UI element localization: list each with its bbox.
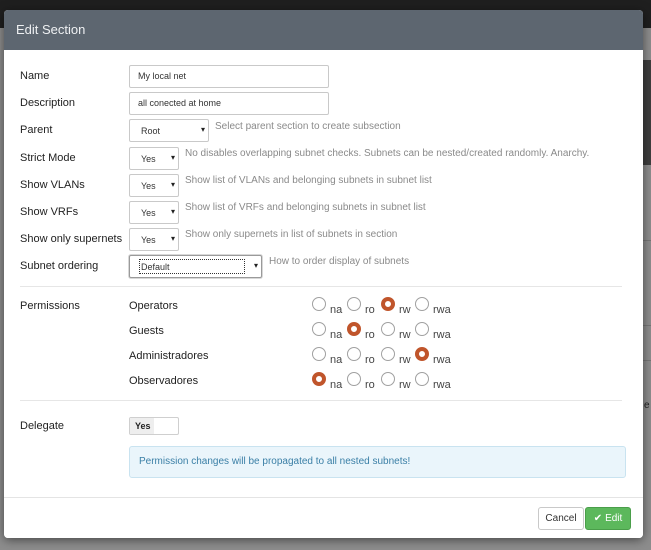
delegate-toggle[interactable]: Yes — [129, 417, 179, 435]
caret-down-icon: ▾ — [170, 153, 175, 162]
caret-down-icon: ▾ — [170, 234, 175, 243]
show-vlans-select[interactable]: Yes ▾ — [129, 174, 179, 197]
permission-radio-na[interactable] — [312, 297, 326, 311]
permission-radio-ro[interactable] — [347, 322, 361, 336]
parent-help: Select parent section to create subsecti… — [215, 121, 401, 132]
background-sidebar-strip — [643, 60, 651, 165]
permission-radio-label: na — [330, 354, 343, 366]
permission-radio-label: ro — [365, 354, 375, 366]
parent-value: Root — [141, 126, 161, 136]
check-icon: ✔ — [593, 513, 603, 524]
permission-radio-rwa[interactable] — [415, 297, 429, 311]
delegate-label: Delegate — [20, 420, 65, 432]
delegate-toggle-value: Yes — [130, 418, 154, 434]
edit-section-modal: Edit Section Name My local net Descripti… — [4, 10, 643, 538]
background-text: e — [644, 400, 650, 411]
permission-radio-rw[interactable] — [381, 372, 395, 386]
permission-radio-na[interactable] — [312, 372, 326, 386]
show-vrfs-select[interactable]: Yes ▾ — [129, 201, 179, 224]
description-input[interactable]: all conected at home — [129, 92, 329, 115]
show-vrfs-label: Show VRFs — [20, 206, 79, 218]
parent-select[interactable]: Root ▾ — [129, 119, 209, 142]
strict-mode-help: No disables overlapping subnet checks. S… — [185, 148, 590, 159]
info-alert: Permission changes will be propagated to… — [129, 446, 626, 478]
divider — [20, 286, 622, 287]
parent-label: Parent — [20, 124, 53, 136]
background-divider — [643, 240, 651, 241]
caret-down-icon: ▾ — [253, 261, 258, 270]
background-divider — [643, 325, 651, 326]
permission-radio-label: na — [330, 329, 343, 341]
permission-group-name: Operators — [129, 300, 178, 312]
permission-radio-label: rwa — [433, 354, 451, 366]
permission-radio-rw[interactable] — [381, 347, 395, 361]
show-vlans-value: Yes — [141, 181, 156, 191]
show-supernets-value: Yes — [141, 235, 156, 245]
permission-radio-rwa[interactable] — [415, 372, 429, 386]
divider — [20, 400, 622, 401]
permission-radio-rw[interactable] — [381, 297, 395, 311]
name-label: Name — [20, 70, 50, 82]
permission-radio-label: rw — [399, 379, 411, 391]
show-supernets-label: Show only supernets — [20, 233, 123, 245]
edit-button[interactable]: ✔ Edit — [585, 507, 631, 530]
show-vrfs-help: Show list of VRFs and belonging subnets … — [185, 202, 426, 213]
permission-radio-label: na — [330, 304, 343, 316]
description-label: Description — [20, 97, 76, 109]
permission-radio-ro[interactable] — [347, 347, 361, 361]
permission-radio-rwa[interactable] — [415, 347, 429, 361]
permission-radio-ro[interactable] — [347, 372, 361, 386]
subnet-ordering-select[interactable]: Default ▾ — [129, 255, 262, 278]
permission-group-name: Administradores — [129, 350, 209, 362]
permission-radio-label: rw — [399, 329, 411, 341]
permissions-label: Permissions — [20, 300, 80, 312]
subnet-ordering-help: How to order display of subnets — [269, 256, 410, 267]
modal-footer: Cancel ✔ Edit — [4, 497, 643, 538]
show-supernets-select[interactable]: Yes ▾ — [129, 228, 179, 251]
strict-mode-value: Yes — [141, 154, 156, 164]
permission-radio-na[interactable] — [312, 347, 326, 361]
cancel-button[interactable]: Cancel — [538, 507, 584, 530]
caret-down-icon: ▾ — [170, 207, 175, 216]
edit-button-label: Edit — [605, 513, 623, 524]
permission-radio-ro[interactable] — [347, 297, 361, 311]
subnet-ordering-label: Subnet ordering — [20, 260, 99, 272]
permission-group-name: Guests — [129, 325, 164, 337]
permission-radio-label: rwa — [433, 379, 451, 391]
permission-radio-label: ro — [365, 329, 375, 341]
permission-group-name: Observadores — [129, 375, 199, 387]
permission-radio-rw[interactable] — [381, 322, 395, 336]
modal-title: Edit Section — [4, 10, 643, 50]
permission-radio-label: rw — [399, 354, 411, 366]
show-vlans-label: Show VLANs — [20, 179, 85, 191]
show-vlans-help: Show list of VLANs and belonging subnets… — [185, 175, 432, 186]
permission-radio-label: ro — [365, 304, 375, 316]
permission-radio-label: rwa — [433, 329, 451, 341]
show-vrfs-value: Yes — [141, 208, 156, 218]
show-supernets-help: Show only supernets in list of subnets i… — [185, 229, 398, 240]
permission-radio-label: na — [330, 379, 343, 391]
permission-radio-rwa[interactable] — [415, 322, 429, 336]
strict-mode-select[interactable]: Yes ▾ — [129, 147, 179, 170]
permission-radio-label: rwa — [433, 304, 451, 316]
caret-down-icon: ▾ — [200, 125, 205, 134]
permission-radio-na[interactable] — [312, 322, 326, 336]
subnet-ordering-value: Default — [141, 262, 170, 272]
caret-down-icon: ▾ — [170, 180, 175, 189]
permission-radio-label: ro — [365, 379, 375, 391]
background-divider — [643, 360, 651, 361]
permission-radio-label: rw — [399, 304, 411, 316]
name-input[interactable]: My local net — [129, 65, 329, 88]
strict-mode-label: Strict Mode — [20, 152, 76, 164]
